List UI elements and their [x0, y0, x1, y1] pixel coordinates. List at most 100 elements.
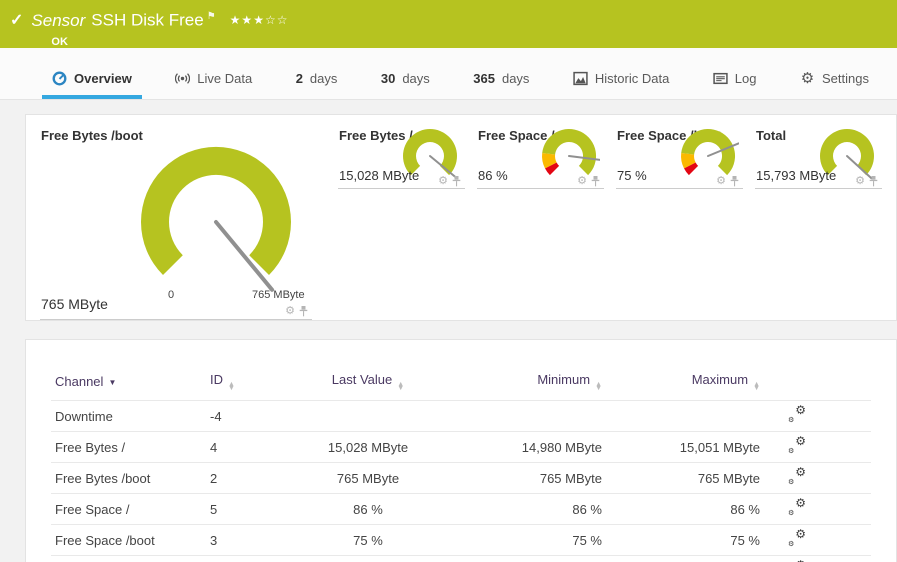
tab-number: 2 — [295, 71, 303, 86]
table-row: Free Bytes /boot 2 765 MByte 765 MByte 765 M… — [51, 462, 871, 494]
cell-last-value: 15,028 MByte — [298, 431, 438, 463]
column-header-last-value[interactable]: Last Value ▲ ▼ — [298, 368, 438, 401]
cell-maximum: 765 MByte — [606, 462, 764, 494]
cell-id: 3 — [206, 524, 298, 556]
tab-log[interactable]: Log — [703, 63, 767, 99]
gauge-pin-icon[interactable] — [869, 176, 878, 187]
tab-label: Live Data — [197, 71, 253, 86]
cell-minimum: < 0.01 MByte — [438, 555, 606, 562]
channel-settings-icon[interactable]: ⚙ ⚙ — [788, 497, 806, 517]
channels-panel: Channel ▼ ID ▲ ▼ Last Value ▲ ▼ Minimum ▲ ▼ Maximum… — [25, 339, 897, 562]
cell-minimum: 75 % — [438, 524, 606, 556]
tab-365-days[interactable]: 365 days — [463, 63, 539, 99]
gauge-actions: ⚙ — [577, 176, 600, 187]
cell-id: 5 — [206, 493, 298, 525]
cell-settings: ⚙⚙ — [764, 524, 871, 556]
tab-label: days — [501, 71, 530, 86]
main-gauge-actions: ⚙ — [285, 306, 308, 317]
settings-gear-icon: ⚙ — [800, 70, 815, 87]
cell-last-value: 15,793 MByte — [298, 555, 438, 562]
tab-historic-data[interactable]: Historic Data — [563, 63, 679, 99]
tab-30-days[interactable]: 30 days — [371, 63, 440, 99]
gauge-gear-icon[interactable]: ⚙ — [438, 176, 448, 187]
gauge-actions: ⚙ — [716, 176, 739, 187]
tab-label: days — [402, 71, 430, 86]
column-header-minimum[interactable]: Minimum ▲ ▼ — [438, 368, 606, 401]
channel-settings-icon[interactable]: ⚙ ⚙ — [788, 435, 806, 455]
gauge-gear-icon[interactable]: ⚙ — [577, 176, 587, 187]
tab-label: days — [309, 71, 338, 86]
cell-maximum: 86 % — [606, 493, 764, 525]
cell-last-value: 86 % — [298, 493, 438, 525]
gauge-gear-icon[interactable]: ⚙ — [855, 176, 865, 187]
sort-icon: ▲ ▼ — [595, 381, 602, 393]
status-badge: OK — [51, 35, 68, 48]
tab-label: Settings — [821, 71, 869, 86]
flag-icon: ⚑ — [206, 11, 216, 22]
sort-desc-icon: ▼ — [108, 378, 117, 388]
cell-channel: Free Space / — [51, 493, 206, 525]
cell-channel: Downtime — [51, 400, 206, 432]
gauge-actions: ⚙ — [438, 176, 461, 187]
tab-number: 30 — [380, 71, 396, 86]
priority-stars[interactable]: ★★★☆☆ — [230, 10, 289, 30]
historic-data-icon — [573, 71, 588, 86]
cell-maximum: 75 % — [606, 524, 764, 556]
gauge-pin-icon[interactable] — [452, 176, 461, 187]
channel-settings-icon[interactable]: ⚙ ⚙ — [788, 466, 806, 486]
cell-channel: Free Bytes / — [51, 431, 206, 463]
tab-number: 365 — [473, 71, 495, 86]
cell-id: 2 — [206, 462, 298, 494]
sort-icon: ▲ ▼ — [228, 381, 235, 393]
channel-settings-icon[interactable]: ⚙ ⚙ — [788, 404, 806, 424]
channel-settings-icon[interactable]: ⚙ ⚙ — [788, 528, 806, 548]
gauge-scale-max: 765 MByte — [252, 289, 305, 301]
tab-label: Overview — [74, 71, 132, 86]
cell-channel: Free Space /boot — [51, 524, 206, 556]
tab-2-days[interactable]: 2 days — [286, 63, 348, 99]
cell-id: 4 — [206, 431, 298, 463]
column-header-maximum[interactable]: Maximum ▲ ▼ — [606, 368, 764, 401]
column-header-channel[interactable]: Channel ▼ — [51, 368, 206, 401]
sort-icon: ▲ ▼ — [753, 381, 760, 393]
sensor-status-header: ✓ Sensor SSH Disk Free ⚑ ★★★☆☆ OK — [0, 0, 897, 48]
tab-label: Historic Data — [594, 71, 670, 86]
cell-channel: Free Bytes /boot — [51, 462, 206, 494]
tab-label: Log — [734, 71, 757, 86]
gauge-actions: ⚙ — [855, 176, 878, 187]
log-icon — [713, 71, 728, 86]
gauge-value: 15,028 MByte — [339, 168, 420, 183]
live-data-icon — [175, 71, 191, 86]
table-row: Free Space /boot 3 75 % 75 % 75 % ⚙ ⚙ — [51, 524, 871, 556]
cell-settings: ⚙⚙ — [764, 462, 871, 494]
tab-settings[interactable]: ⚙ Settings — [790, 63, 879, 99]
channels-table: Channel ▼ ID ▲ ▼ Last Value ▲ ▼ Minimum ▲ ▼ Maximum… — [51, 368, 871, 562]
table-row: Free Bytes /4 15,028 MByte 14,980 MByte 15,… — [51, 431, 871, 463]
cell-last-value: 765 MByte — [298, 462, 438, 494]
cell-maximum: 15,816 MByte — [606, 555, 764, 562]
gauge-title: Total — [756, 128, 787, 143]
column-header-id[interactable]: ID ▲ ▼ — [206, 368, 298, 401]
gauge-value: 15,793 MByte — [756, 168, 837, 183]
cell-id: -4 — [206, 400, 298, 432]
tab-live-data[interactable]: Live Data — [165, 63, 262, 99]
cell-last-value: 75 % — [298, 524, 438, 556]
cell-maximum: 15,051 MByte — [606, 431, 764, 463]
cell-channel: Total — [51, 555, 206, 562]
table-row: Total-115,793 MByte< 0.01 MByte15,816 MB… — [51, 555, 871, 562]
cell-last-value — [298, 400, 438, 432]
gauge-pin-icon[interactable] — [730, 176, 739, 187]
gauge-block-free-bytes: Free Bytes /15,028 MByte ⚙ — [338, 127, 465, 189]
gauge-pin-icon[interactable] — [299, 306, 308, 317]
gauge-block-free-space-boot: Free Space /boot 75 % ⚙ — [616, 127, 743, 189]
tab-bar: Overview Live Data 2 days 30 days 365 days Histo… — [0, 48, 897, 100]
gauge-value: 86 % — [478, 168, 508, 183]
cell-minimum — [438, 400, 606, 432]
gauge-gear-icon[interactable]: ⚙ — [716, 176, 726, 187]
sensor-name: SSH Disk Free — [91, 10, 204, 30]
gauge-gear-icon[interactable]: ⚙ — [285, 306, 295, 317]
gauge-pin-icon[interactable] — [591, 176, 600, 187]
gauge-block-total: Total 15,793 MByte ⚙ — [755, 127, 882, 189]
main-gauge-value: 765 MByte — [41, 296, 108, 312]
tab-overview[interactable]: Overview — [42, 63, 142, 99]
